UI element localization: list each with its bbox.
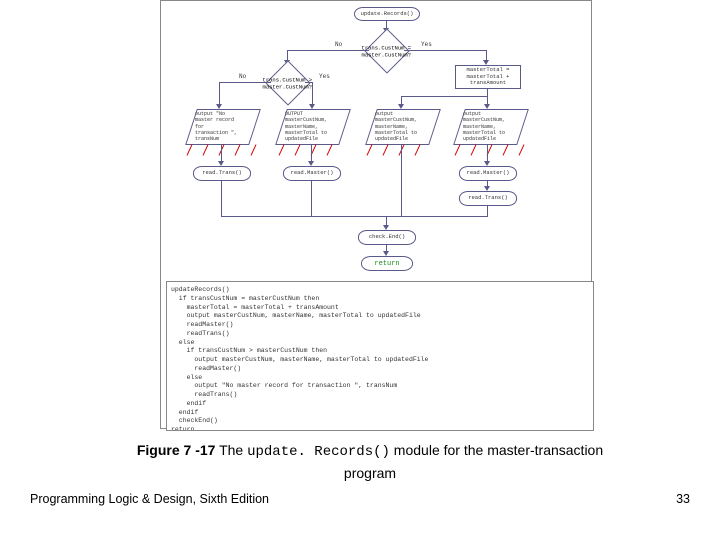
decision-2: trans.CustNum > master.CustNum? (265, 60, 310, 105)
assign-total: masterTotal = masterTotal + transAmount (455, 65, 521, 89)
footer-page-number: 33 (676, 492, 690, 506)
call-readtrans-1: read.Trans() (193, 166, 251, 181)
arrow-icon (216, 104, 222, 109)
flowchart: update.Records() trans.CustNum = master.… (161, 1, 591, 271)
connector (401, 144, 402, 216)
call-readmaster-1: read.Master() (283, 166, 341, 181)
output-1-text: output "Nomaster recordfortransaction ",… (189, 109, 267, 147)
figure-number: Figure 7 -17 (137, 442, 216, 458)
call-checkend: check.End() (358, 230, 416, 245)
connector (287, 50, 369, 51)
connector (487, 205, 488, 216)
connector (219, 82, 271, 83)
start-node: update.Records() (354, 7, 420, 21)
output-4-text: outputmasterCustNum,masterName,masterTot… (457, 109, 535, 147)
arrow-icon (484, 161, 490, 166)
caption-pre: The (215, 442, 247, 458)
pseudocode-panel: updateRecords() if transCustNum = master… (166, 281, 594, 431)
no-label: No (335, 41, 342, 48)
connector (401, 96, 487, 97)
no-label-2: No (239, 73, 246, 80)
caption-line2: program (344, 465, 396, 481)
caption-code: update. Records() (247, 444, 390, 460)
decision-1: trans.CustNum = master.CustNum? (364, 28, 409, 73)
connector (221, 180, 222, 216)
arrow-icon (308, 161, 314, 166)
connector (404, 50, 486, 51)
arrow-icon (484, 186, 490, 191)
slide: update.Records() trans.CustNum = master.… (0, 0, 720, 540)
yes-label-2: Yes (319, 73, 330, 80)
yes-label: Yes (421, 41, 432, 48)
decision-1-label: trans.CustNum = master.CustNum? (356, 45, 416, 59)
output-3-text: outputmasterCustNum,masterName,masterTot… (369, 109, 447, 147)
return-node: return (361, 256, 413, 271)
arrow-icon (484, 104, 490, 109)
output-2-text: OUTPUTmasterCustNum,masterName,masterTot… (279, 109, 357, 147)
call-readtrans-2: read.Trans() (459, 191, 517, 206)
arrow-icon (309, 104, 315, 109)
arrow-icon (398, 104, 404, 109)
diagram-panel: update.Records() trans.CustNum = master.… (160, 0, 592, 429)
connector (487, 88, 488, 96)
arrow-icon (218, 161, 224, 166)
footer-book-title: Programming Logic & Design, Sixth Editio… (30, 492, 269, 506)
connector (221, 216, 488, 217)
caption-post: module for the master-transaction (390, 442, 603, 458)
hatch-decoration (181, 145, 551, 159)
figure-caption: Figure 7 -17 The update. Records() modul… (100, 440, 640, 484)
call-readmaster-2: read.Master() (459, 166, 517, 181)
decision-2-label: trans.CustNum > master.CustNum? (257, 77, 317, 91)
connector (311, 180, 312, 216)
